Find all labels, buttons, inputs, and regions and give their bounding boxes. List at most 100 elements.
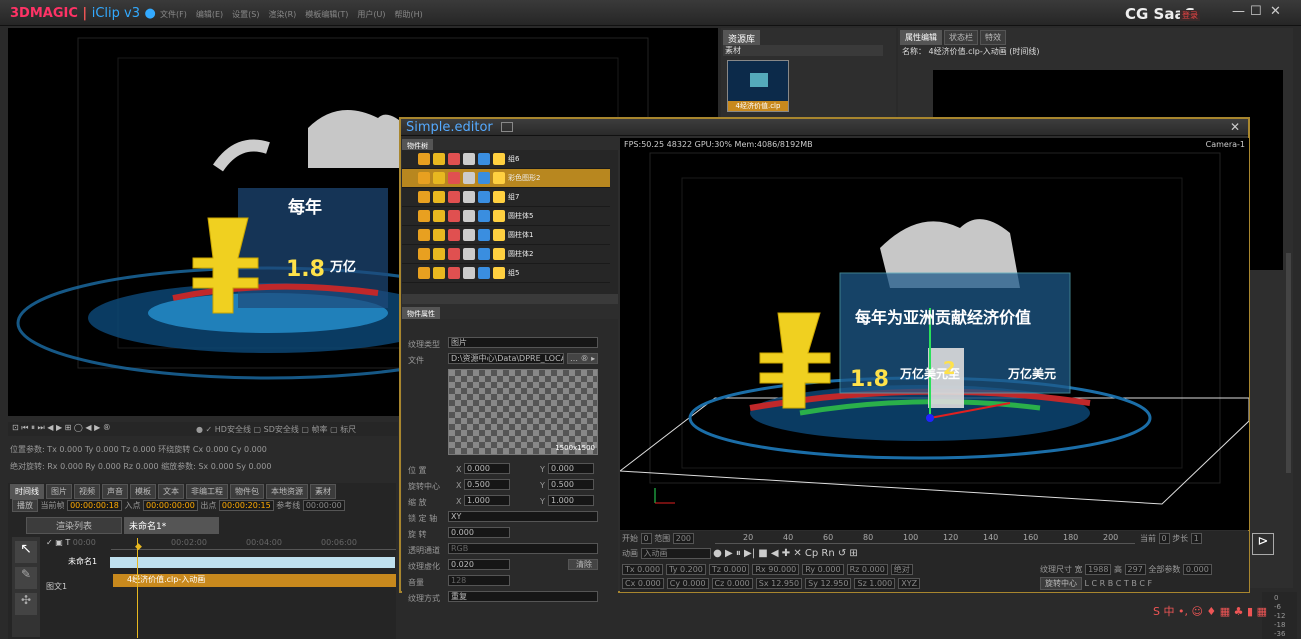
width-field[interactable]: 1988 <box>1085 564 1112 575</box>
current-frame-field[interactable]: 00:00:00:18 <box>67 500 122 511</box>
in-point-field[interactable]: 00:00:00:00 <box>143 500 198 511</box>
track-bar[interactable] <box>110 557 395 568</box>
fps-toggle[interactable]: 帧率 <box>312 425 328 434</box>
timeline-tab[interactable]: 图片 <box>46 484 72 499</box>
param-field[interactable]: 绝对 <box>890 564 913 575</box>
property-tab[interactable]: 属性编辑 <box>900 30 942 45</box>
timeline-tab[interactable]: 非编工程 <box>186 484 228 499</box>
rc-y-field[interactable]: 0.500 <box>548 479 594 490</box>
tree-row[interactable]: 组5 <box>402 264 610 283</box>
lock-icon[interactable] <box>433 267 445 279</box>
property-tab[interactable]: 状态栏 <box>944 30 978 45</box>
pos-x-field[interactable]: 0.000 <box>464 463 510 474</box>
tree-row[interactable]: 组7 <box>402 188 610 207</box>
render-list-tab[interactable]: 渲染列表 <box>26 517 122 534</box>
timeline-tab[interactable]: 本地资源 <box>266 484 308 499</box>
step-field[interactable]: 1 <box>1190 533 1202 544</box>
eye-icon[interactable] <box>418 191 430 203</box>
tree-row[interactable]: 组6 <box>402 150 610 169</box>
tree-row[interactable]: 彩色图形2 <box>402 169 610 188</box>
lock-icon[interactable] <box>433 172 445 184</box>
scale-x-field[interactable]: 1.000 <box>464 495 510 506</box>
menu-item[interactable]: 渲染(R) <box>268 9 296 20</box>
frame-ruler[interactable]: 20 40 60 80 100 120 140 160 180 200 <box>715 532 1135 544</box>
timeline-tab[interactable]: 模板 <box>130 484 156 499</box>
animation-select[interactable]: 入动画 <box>640 548 711 559</box>
alpha-channel-select[interactable]: RGB <box>448 543 598 554</box>
param-field[interactable]: Tz 0.000 <box>708 564 750 575</box>
lock-icon[interactable] <box>433 210 445 222</box>
maximize-button[interactable]: ☐ <box>1250 4 1262 19</box>
ruler-toggle[interactable]: 标尺 <box>340 425 356 434</box>
play-button[interactable]: 播放 <box>12 499 38 512</box>
lock-icon[interactable] <box>433 248 445 260</box>
resource-thumbnail[interactable]: 4经济价值.clp <box>727 60 789 112</box>
fullscreen-toggle-icon[interactable]: ⊳ <box>1252 533 1274 555</box>
pos-y-field[interactable]: 0.000 <box>548 463 594 474</box>
menu-item[interactable]: 编辑(E) <box>196 9 223 20</box>
param-field[interactable]: Rx 90.000 <box>752 564 800 575</box>
pen-tool-icon[interactable]: ✎ <box>15 567 37 589</box>
tree-row[interactable]: 圆柱体1 <box>402 226 610 245</box>
scale-y-field[interactable]: 1.000 <box>548 495 594 506</box>
clear-button[interactable]: 清除 <box>568 559 598 570</box>
param-field[interactable]: Cx 0.000 <box>622 578 664 589</box>
rotation-center-button[interactable]: 旋转中心 <box>1040 577 1082 590</box>
start-field[interactable]: 0 <box>640 533 652 544</box>
eye-icon[interactable] <box>418 267 430 279</box>
param-field[interactable]: Ty 0.200 <box>666 564 706 575</box>
sd-safe-toggle[interactable]: SD安全线 <box>264 425 299 434</box>
property-scrollbar[interactable] <box>1286 253 1291 473</box>
lock-icon[interactable] <box>433 191 445 203</box>
timeline-tab[interactable]: 声音 <box>102 484 128 499</box>
param-field[interactable]: Cy 0.000 <box>666 578 709 589</box>
volume-field[interactable]: 128 <box>448 575 510 586</box>
param-field[interactable]: Cz 0.000 <box>711 578 753 589</box>
param-field[interactable]: Sx 12.950 <box>755 578 803 589</box>
range-field[interactable]: 200 <box>672 533 695 544</box>
menu-item[interactable]: 帮助(H) <box>395 9 423 20</box>
eye-icon[interactable] <box>418 172 430 184</box>
lock-axis-select[interactable]: XY <box>448 511 598 522</box>
editor-close-button[interactable]: ✕ <box>1230 120 1240 134</box>
out-point-field[interactable]: 00:00:20:15 <box>218 500 274 511</box>
timeline-tab[interactable]: 物件包 <box>230 484 264 499</box>
texture-blur-field[interactable]: 0.020 <box>448 559 510 570</box>
minimize-button[interactable]: — <box>1232 4 1245 19</box>
lock-icon[interactable] <box>433 153 445 165</box>
current-field[interactable]: 0 <box>1158 533 1170 544</box>
eye-icon[interactable] <box>418 248 430 260</box>
editor-3d-viewport[interactable]: FPS:50.25 48322 GPU:30% Mem:4086/8192MB … <box>620 138 1249 530</box>
all-params-field[interactable]: 0.000 <box>1182 564 1212 575</box>
param-field[interactable]: Rz 0.000 <box>846 564 888 575</box>
lock-icon[interactable] <box>433 229 445 241</box>
property-tab[interactable]: 特效 <box>980 30 1006 45</box>
tree-row[interactable]: 圆柱体2 <box>402 245 610 264</box>
hd-safe-toggle[interactable]: HD安全线 <box>215 425 251 434</box>
timeline-tab[interactable]: 视频 <box>74 484 100 499</box>
texture-type-select[interactable]: 图片 <box>448 337 598 348</box>
browse-file-button[interactable]: … ® ▸ <box>567 353 598 364</box>
menu-item[interactable]: 模板编辑(T) <box>305 9 348 20</box>
ref-line-field[interactable]: 00:00:00 <box>302 500 345 511</box>
timeline-tab[interactable]: 文本 <box>158 484 184 499</box>
timeline-doc-tab[interactable]: 未命名1* <box>124 517 219 534</box>
playback-controls[interactable]: ● ▶ ⏸ ▶| ■ ◀ ✚ ✕ Cp Rn ↺ ⊞ <box>713 548 858 559</box>
timeline-tab[interactable]: 时间线 <box>10 484 44 499</box>
eye-icon[interactable] <box>418 210 430 222</box>
rotation-field[interactable]: 0.000 <box>448 527 510 538</box>
param-field[interactable]: Sy 12.950 <box>805 578 852 589</box>
select-tool-icon[interactable]: ↖ <box>15 541 37 563</box>
eye-icon[interactable] <box>418 229 430 241</box>
menu-item[interactable]: 文件(F) <box>160 9 187 20</box>
menu-item[interactable]: 用户(U) <box>357 9 385 20</box>
menu-item[interactable]: 设置(S) <box>232 9 259 20</box>
editor-icon[interactable] <box>501 122 513 132</box>
rc-x-field[interactable]: 0.500 <box>464 479 510 490</box>
close-window-button[interactable]: ✕ <box>1270 4 1281 19</box>
texture-mode-select[interactable]: 重复 <box>448 591 598 602</box>
tree-row[interactable]: 圆柱体5 <box>402 207 610 226</box>
param-field[interactable]: Tx 0.000 <box>622 564 664 575</box>
login-button[interactable]: 登录 <box>1180 10 1200 21</box>
param-field[interactable]: Ry 0.000 <box>802 564 844 575</box>
